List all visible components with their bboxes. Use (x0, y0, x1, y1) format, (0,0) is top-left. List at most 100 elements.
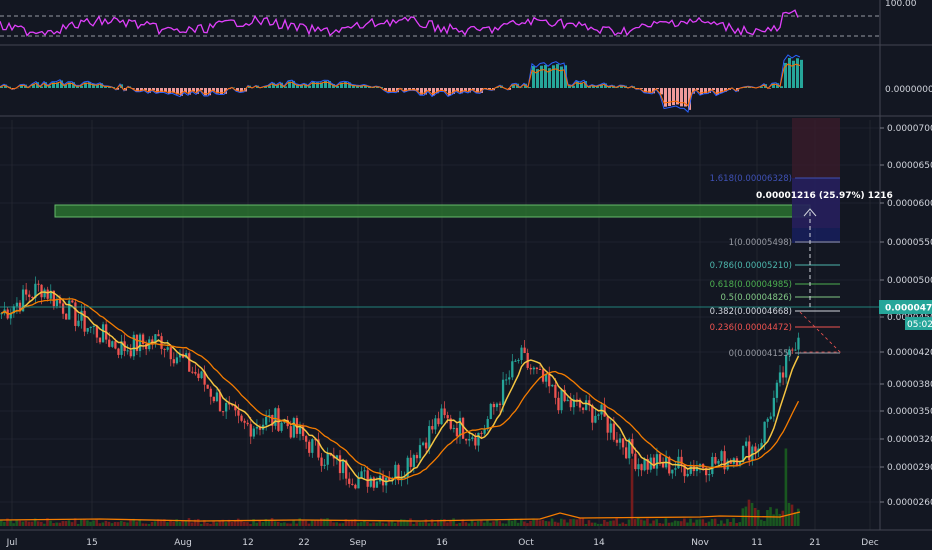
volume-bar (510, 520, 514, 526)
macd-bar (664, 88, 667, 107)
volume-bar (135, 521, 138, 526)
volume-bar (375, 522, 378, 526)
candle (188, 353, 191, 372)
volume-bar (95, 519, 98, 526)
price-chart[interactable]: 1.618(0.00006328) 1(0.00005498) 0.786(0.00… (0, 0, 932, 550)
candle (474, 437, 477, 446)
candle (766, 418, 769, 422)
volume-bar (144, 523, 148, 526)
volume-bar (218, 521, 222, 526)
volume-bar (476, 521, 480, 526)
volume-bar (258, 520, 262, 526)
candle (529, 367, 532, 370)
measure-label: 0.00001216 (25.97%) 1216 (756, 191, 893, 201)
candle (243, 420, 246, 423)
fib-extension-zone-blue (792, 178, 840, 243)
candle (671, 469, 674, 474)
volume-bar (726, 518, 729, 526)
volume-bar (335, 522, 338, 526)
volume-bar (230, 522, 234, 526)
candle (615, 439, 619, 443)
candle (689, 465, 692, 474)
target-zone (54, 204, 811, 218)
volume-bar (224, 522, 228, 526)
time-tick-label: Nov (691, 538, 709, 548)
candle (523, 347, 526, 354)
candle (505, 379, 508, 381)
volume-bar (24, 520, 28, 526)
candle (778, 372, 782, 383)
candle (498, 403, 502, 405)
candle (600, 404, 603, 415)
candle (166, 347, 169, 350)
volume-bar (246, 522, 249, 526)
volume-bar (236, 518, 240, 526)
fib-level-label: 0.382(0.00004668) (710, 307, 792, 317)
volume-bar (713, 518, 717, 526)
volume-bar (316, 520, 320, 526)
candle (431, 426, 434, 430)
time-tick-label: 15 (86, 538, 97, 548)
volume-bar (464, 522, 468, 526)
volume-bar (421, 522, 425, 526)
candle (538, 368, 542, 370)
candle (83, 310, 86, 332)
candle (548, 374, 551, 387)
candle (714, 456, 717, 464)
candle (452, 427, 455, 429)
candle (674, 468, 677, 470)
candle (477, 432, 480, 446)
candle (163, 348, 166, 350)
volume-bar (378, 521, 382, 526)
volume-bar (618, 523, 622, 526)
candle (157, 334, 160, 337)
volume-bar (104, 520, 108, 526)
volume-bar (190, 522, 194, 526)
candle (461, 417, 465, 439)
volume-bar (720, 520, 723, 526)
candle (98, 337, 102, 343)
volume-bar (366, 521, 369, 526)
macd-bar (668, 88, 671, 107)
countdown-label: 05:02 (907, 320, 932, 330)
volume-bar (535, 519, 538, 526)
candle (197, 373, 200, 379)
volume-bar (538, 520, 542, 526)
candle (637, 464, 640, 470)
candle (323, 464, 326, 466)
volume-bar (680, 521, 683, 526)
volume-bar (655, 519, 658, 526)
candle (212, 396, 215, 402)
volume-bar (729, 521, 732, 526)
candle (249, 424, 252, 437)
candle (606, 416, 609, 433)
candle (634, 453, 637, 470)
volume-bar (621, 522, 625, 526)
volume-bar (747, 499, 751, 526)
volume-bar (640, 519, 643, 526)
volume-bar (387, 521, 391, 526)
volume-bar (661, 523, 665, 526)
price-tick-label: 0.00005500 (887, 238, 932, 248)
macd-bar (672, 88, 675, 106)
volume-bar (578, 518, 582, 526)
volume-bar (356, 522, 360, 526)
volume-bar (21, 521, 25, 526)
price-tick-label: 0.00004200 (887, 348, 932, 358)
volume-bar (483, 522, 486, 526)
candle (31, 296, 34, 299)
volume-bar (209, 523, 212, 526)
volume-bar (790, 504, 794, 526)
volume-bar (363, 520, 366, 526)
candle (585, 400, 588, 410)
volume-bar (341, 523, 345, 526)
candle (86, 328, 89, 332)
time-tick-label: Aug (174, 538, 192, 548)
candle (517, 360, 520, 362)
volume-bar (233, 520, 237, 526)
volume-bar (692, 522, 695, 526)
candle (797, 337, 800, 350)
candle (560, 389, 563, 411)
candle (114, 341, 117, 349)
candle (745, 441, 748, 446)
